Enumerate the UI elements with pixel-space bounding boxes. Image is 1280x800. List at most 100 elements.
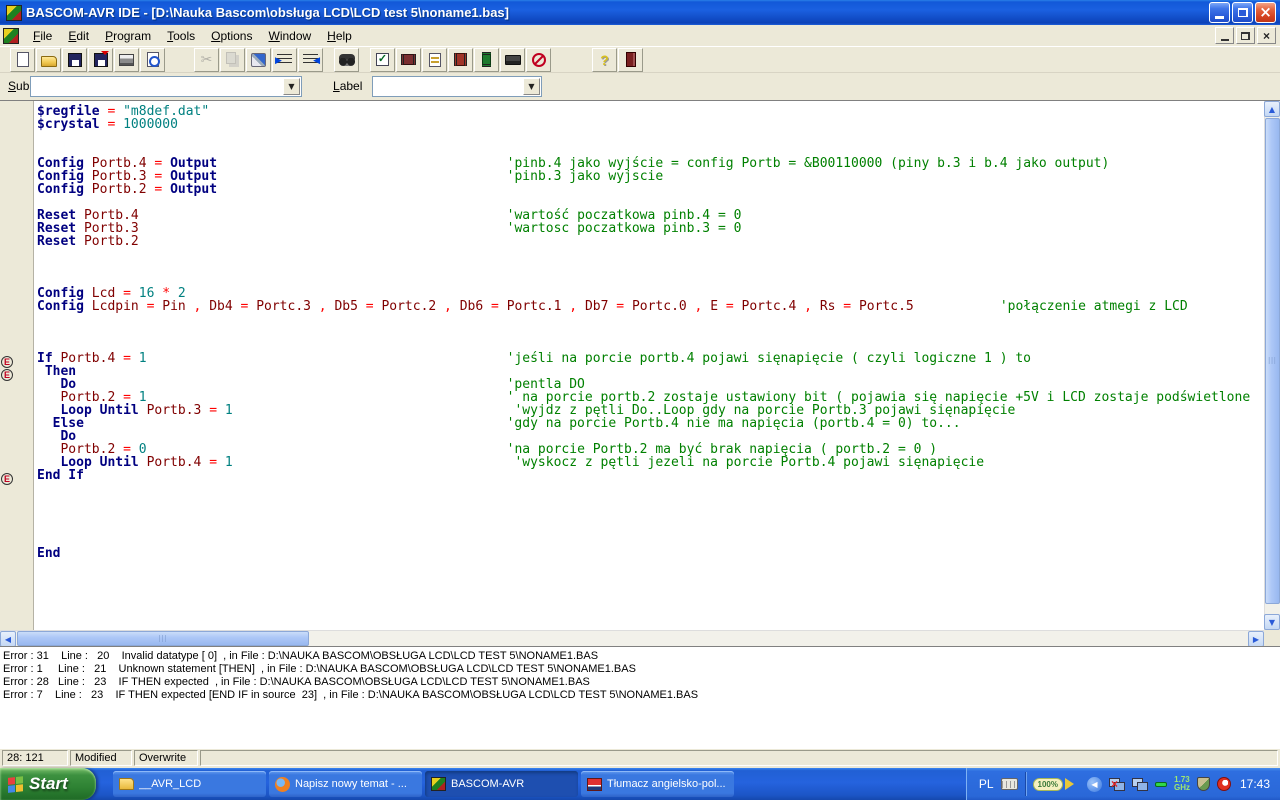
scroll-down-button[interactable]: ▼ — [1264, 614, 1280, 630]
mdi-close-button[interactable]: × — [1257, 27, 1276, 44]
menu-window[interactable]: Window — [260, 26, 319, 46]
scroll-up-button[interactable]: ▲ — [1264, 101, 1280, 117]
status-dash-icon[interactable] — [1154, 781, 1167, 787]
new-file-button[interactable] — [10, 47, 35, 72]
code-line[interactable]: End If — [37, 469, 1264, 482]
label-combobox-arrow[interactable]: ▼ — [523, 78, 540, 95]
code-line[interactable]: Reset Portb.3 'wartosc poczatkowa pinb.3… — [37, 222, 1264, 235]
exit-button[interactable] — [618, 47, 643, 72]
title-bar[interactable]: BASCOM-AVR IDE - [D:\Nauka Bascom\obsług… — [0, 0, 1280, 25]
minimize-button[interactable] — [1209, 2, 1230, 23]
gutter-row — [0, 131, 33, 144]
code-line[interactable]: Reset Portb.2 — [37, 235, 1264, 248]
mdi-minimize-button[interactable] — [1215, 27, 1234, 44]
taskbar-task-avr-lcd-folder[interactable]: __AVR_LCD — [113, 771, 266, 797]
error-message[interactable]: Error : 1 Line : 21 Unknown statement [T… — [3, 663, 1280, 676]
code-line[interactable]: If Portb.4 = 1 'jeśli na porcie portb.4 … — [37, 352, 1264, 365]
code-line[interactable]: Loop Until Portb.4 = 1 'wyskocz z pętli … — [37, 456, 1264, 469]
print-button[interactable] — [114, 47, 139, 72]
restore-button[interactable] — [1232, 2, 1253, 23]
cut-button[interactable]: ✂ — [194, 47, 219, 72]
gutter-row — [0, 417, 33, 430]
syntax-check-button[interactable]: ✓ — [370, 47, 395, 72]
horizontal-scroll-thumb[interactable]: ||| — [17, 631, 309, 646]
terminal-button[interactable] — [500, 47, 525, 72]
label-combobox[interactable]: ▼ — [372, 76, 542, 97]
taskbar-task-bascom-avr[interactable]: BASCOM-AVR — [425, 771, 578, 797]
code-line[interactable] — [37, 261, 1264, 274]
code-line[interactable] — [37, 508, 1264, 521]
save-all-button[interactable] — [88, 47, 113, 72]
code-line[interactable] — [37, 274, 1264, 287]
simulator-button[interactable] — [474, 47, 499, 72]
menu-edit[interactable]: Edit — [60, 26, 97, 46]
clock[interactable]: 17:43 — [1240, 777, 1270, 791]
sub-combobox-arrow[interactable]: ▼ — [283, 78, 300, 95]
copy-button[interactable] — [220, 47, 245, 72]
hide-icons-chevron[interactable]: ◀ — [1086, 776, 1102, 792]
insert-mode-indicator: Overwrite — [134, 750, 198, 766]
stop-button[interactable] — [526, 47, 551, 72]
start-button[interactable]: Start — [0, 768, 96, 800]
find-button[interactable] — [334, 47, 359, 72]
close-button[interactable]: × — [1255, 2, 1276, 23]
menu-file[interactable]: File — [25, 26, 60, 46]
error-message[interactable]: Error : 31 Line : 20 Invalid datatype [ … — [3, 650, 1280, 663]
menu-tools[interactable]: Tools — [159, 26, 203, 46]
code-line[interactable] — [37, 482, 1264, 495]
vertical-scroll-thumb[interactable]: ||| — [1265, 118, 1280, 604]
mdi-restore-button[interactable] — [1236, 27, 1255, 44]
scroll-right-button[interactable]: ▶ — [1248, 631, 1264, 647]
keyboard-icon[interactable] — [1000, 778, 1018, 790]
firefox-icon — [275, 776, 290, 792]
network-icon[interactable] — [1131, 777, 1148, 791]
sub-combobox[interactable]: ▼ — [30, 76, 302, 97]
code-line[interactable]: $crystal = 1000000 — [37, 118, 1264, 131]
code-line[interactable]: Config Portb.2 = Output — [37, 183, 1264, 196]
code-area[interactable]: $regfile = "m8def.dat" $crystal = 1000000… — [34, 101, 1264, 630]
menu-help[interactable]: Help — [319, 26, 360, 46]
code-line[interactable] — [37, 248, 1264, 261]
code-line[interactable] — [37, 521, 1264, 534]
show-result-button[interactable] — [422, 47, 447, 72]
code-line[interactable]: Config Lcdpin = Pin , Db4 = Portc.3 , Db… — [37, 300, 1264, 313]
vertical-scrollbar[interactable]: ▲ ||| ▼ — [1264, 101, 1280, 630]
code-line[interactable]: Config Portb.3 = Output 'pinb.3 jako wyj… — [37, 170, 1264, 183]
error-message[interactable]: Error : 7 Line : 23 IF THEN expected [EN… — [3, 689, 1280, 702]
print-preview-button[interactable] — [140, 47, 165, 72]
save-button[interactable] — [62, 47, 87, 72]
code-line[interactable] — [37, 326, 1264, 339]
horizontal-scrollbar[interactable]: ◀ ||| ▶ — [0, 630, 1264, 647]
network-offline-icon[interactable]: × — [1108, 777, 1125, 791]
code-line[interactable] — [37, 313, 1264, 326]
unindent-button[interactable] — [298, 47, 323, 72]
taskbar-task-translator[interactable]: Tłumacz angielsko-pol... — [581, 771, 734, 797]
compile-button[interactable] — [396, 47, 421, 72]
menu-program[interactable]: Program — [97, 26, 159, 46]
code-line[interactable] — [37, 131, 1264, 144]
indent-button[interactable] — [272, 47, 297, 72]
error-message[interactable]: Error : 28 Line : 23 IF THEN expected , … — [3, 676, 1280, 689]
sub-label-bar: Sub ▼ Label ▼ — [0, 73, 1280, 100]
gutter-row — [0, 404, 33, 417]
code-line[interactable]: $regfile = "m8def.dat" — [37, 105, 1264, 118]
help-icon: ? — [600, 51, 609, 68]
open-file-button[interactable] — [36, 47, 61, 72]
antivirus-icon[interactable] — [1216, 777, 1231, 791]
code-editor[interactable]: EEE $regfile = "m8def.dat" $crystal = 100… — [0, 100, 1280, 647]
code-line[interactable] — [37, 495, 1264, 508]
program-chip-button[interactable] — [448, 47, 473, 72]
code-line[interactable]: End — [37, 547, 1264, 560]
language-indicator[interactable]: PL — [979, 777, 994, 791]
taskbar-task-firefox[interactable]: Napisz nowy temat - ... — [269, 771, 422, 797]
volume-icon[interactable]: 100% — [1032, 777, 1080, 791]
scroll-left-button[interactable]: ◀ — [0, 631, 16, 647]
status-filler — [200, 750, 1278, 766]
code-line[interactable] — [37, 534, 1264, 547]
help-button[interactable]: ? — [592, 47, 617, 72]
code-line[interactable]: Else 'gdy na porcie Portb.4 nie ma napię… — [37, 417, 1264, 430]
format-brush-button[interactable] — [246, 47, 271, 72]
menu-options[interactable]: Options — [203, 26, 260, 46]
cpu-frequency[interactable]: 1.73 GHz — [1174, 776, 1190, 792]
shield-icon[interactable] — [1196, 777, 1210, 791]
